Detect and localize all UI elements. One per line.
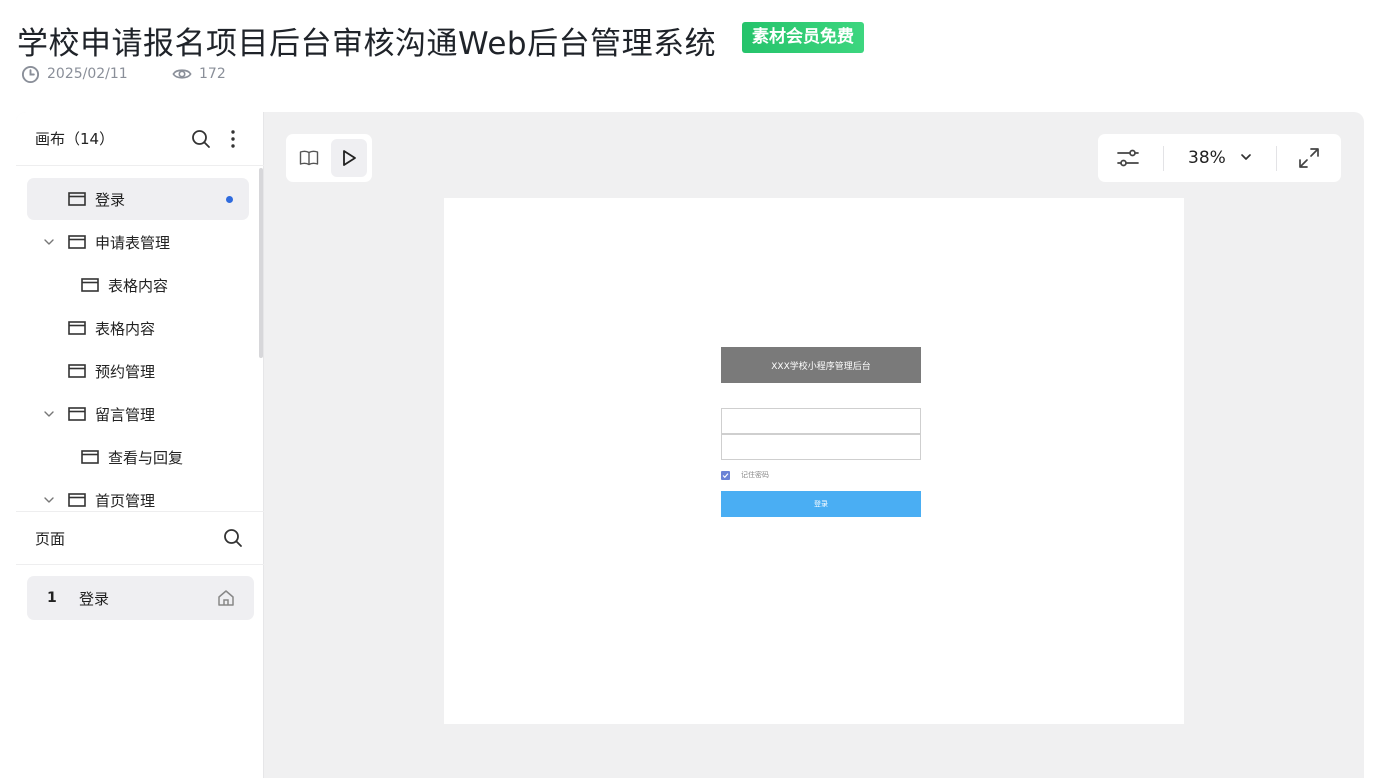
frame-icon xyxy=(68,407,86,421)
pages-panel-title: 页面 xyxy=(35,529,66,548)
view-count: 172 xyxy=(172,64,226,84)
remember-password[interactable]: 记住密码 xyxy=(721,470,769,480)
adjust-settings-icon[interactable] xyxy=(1116,146,1140,170)
more-vertical-icon xyxy=(231,129,235,148)
check-icon xyxy=(722,472,729,478)
frame-icon xyxy=(68,493,86,507)
login-header-bar: XXX学校小程序管理后台 xyxy=(721,347,921,383)
password-input[interactable] xyxy=(721,434,921,460)
date-text: 2025/02/11 xyxy=(47,66,128,82)
canvas-panel-header: 画布（14） xyxy=(16,112,264,166)
frame-icon xyxy=(68,235,86,249)
tree-item-label: 表格内容 xyxy=(95,319,156,338)
tree-item[interactable]: 表格内容 xyxy=(27,307,249,349)
tree-item[interactable]: 查看与回复 xyxy=(27,436,249,478)
play-icon xyxy=(343,150,356,166)
remember-checkbox[interactable] xyxy=(721,470,730,480)
tree-item[interactable]: 留言管理 xyxy=(27,393,249,435)
tree-item[interactable]: 表格内容 xyxy=(27,264,249,306)
tree-item[interactable]: 登录 xyxy=(27,178,249,220)
tree-item-label: 查看与回复 xyxy=(108,448,184,467)
search-icon xyxy=(224,529,242,547)
preview-button[interactable] xyxy=(331,139,367,177)
chevron-down-icon[interactable] xyxy=(42,235,56,249)
page-number: 1 xyxy=(47,590,57,606)
page-header: 学校申请报名项目后台审核沟通Web后台管理系统 素材会员免费 2025/02/1… xyxy=(0,0,1387,112)
view-mode-toolbar xyxy=(286,134,372,182)
canvas-search-button[interactable] xyxy=(189,127,213,151)
tree-item[interactable]: 首页管理 xyxy=(27,479,249,512)
toolbar-divider xyxy=(1163,146,1164,171)
page-label: 登录 xyxy=(79,589,110,608)
tree-item-label: 申请表管理 xyxy=(95,233,171,252)
fullscreen-icon[interactable] xyxy=(1297,146,1321,170)
book-icon xyxy=(299,150,319,166)
tree-scrollbar[interactable] xyxy=(259,168,263,358)
sidebar: 画布（14） 登录 申请表管理 表格内容 表格内容 预约管理 留言管理 查看与回复 首页管理 … xyxy=(16,112,264,778)
tree-item-label: 预约管理 xyxy=(95,362,156,381)
frame-icon xyxy=(68,192,86,206)
publish-date: 2025/02/11 xyxy=(21,64,128,84)
tree-item-label: 留言管理 xyxy=(95,405,156,424)
pages-search-button[interactable] xyxy=(221,526,245,550)
canvas-tree: 登录 申请表管理 表格内容 表格内容 预约管理 留言管理 查看与回复 首页管理 xyxy=(16,167,264,512)
modified-dot xyxy=(226,196,233,203)
frame-icon xyxy=(68,364,86,378)
login-button[interactable]: 登录 xyxy=(721,491,921,517)
tree-item[interactable]: 申请表管理 xyxy=(27,221,249,263)
pages-panel-header: 页面 xyxy=(16,511,264,565)
member-free-badge[interactable]: 素材会员免费 xyxy=(742,22,864,53)
page-title: 学校申请报名项目后台审核沟通Web后台管理系统 xyxy=(17,26,717,62)
chevron-down-icon[interactable] xyxy=(1240,151,1252,163)
canvas-more-button[interactable] xyxy=(221,127,245,151)
search-icon xyxy=(192,129,210,148)
toolbar-divider xyxy=(1276,146,1277,171)
zoom-toolbar: 38% xyxy=(1098,134,1341,182)
frame-icon xyxy=(68,321,86,335)
home-icon[interactable] xyxy=(217,589,235,607)
page-item-login[interactable]: 1 登录 xyxy=(27,576,254,620)
zoom-level[interactable]: 38% xyxy=(1188,148,1226,168)
frame-icon xyxy=(81,278,99,292)
tree-item-label: 登录 xyxy=(95,190,126,209)
canvas-panel-title: 画布（14） xyxy=(35,130,115,148)
chevron-down-icon[interactable] xyxy=(42,407,56,421)
clock-icon xyxy=(21,65,40,83)
views-text: 172 xyxy=(199,66,226,82)
tree-item[interactable]: 预约管理 xyxy=(27,350,249,392)
username-input[interactable] xyxy=(721,408,921,434)
doc-view-button[interactable] xyxy=(291,139,327,177)
tree-item-label: 表格内容 xyxy=(108,276,169,295)
artboard-login: XXX学校小程序管理后台 记住密码 登录 xyxy=(444,198,1184,724)
eye-icon xyxy=(172,69,192,79)
frame-icon xyxy=(81,450,99,464)
remember-label: 记住密码 xyxy=(741,471,769,479)
chevron-down-icon[interactable] xyxy=(42,493,56,507)
prototype-workspace: 画布（14） 登录 申请表管理 表格内容 表格内容 预约管理 留言管理 查看与回复 首页管理 … xyxy=(16,112,1364,778)
tree-item-label: 首页管理 xyxy=(95,491,156,510)
